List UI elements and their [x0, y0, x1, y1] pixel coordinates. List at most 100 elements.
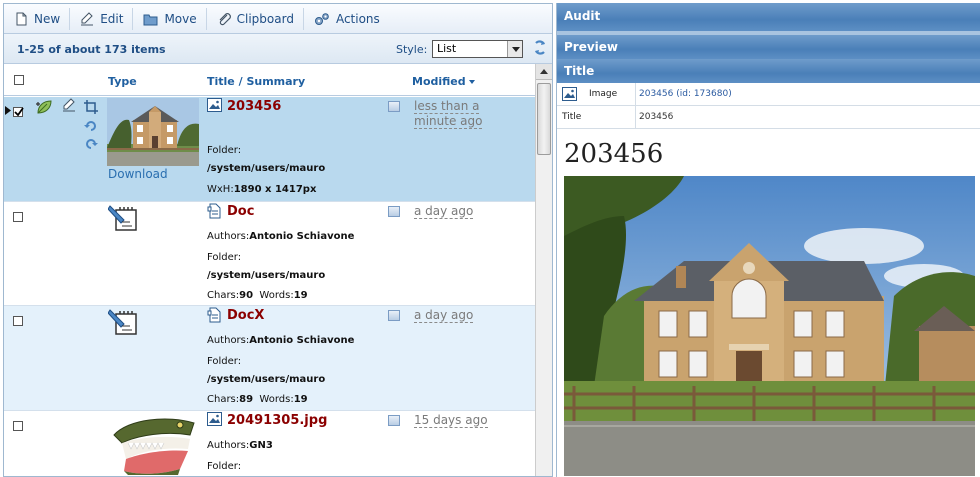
- download-link[interactable]: Download: [108, 167, 168, 181]
- item-title[interactable]: Doc: [227, 204, 254, 219]
- folder-path: /system/users/mauro: [207, 163, 326, 174]
- folder-path: /system/users/mauro: [207, 270, 326, 281]
- document-edit-icon: [108, 205, 137, 231]
- char-word-count: Chars:90 Words:19: [207, 290, 308, 301]
- image-property-link[interactable]: 203456 (id: 173680): [639, 89, 732, 99]
- words-value: 19: [293, 290, 308, 301]
- move-button[interactable]: Move: [139, 7, 207, 30]
- modified-time-value: a day ago: [414, 308, 474, 323]
- select-all-checkbox[interactable]: [14, 75, 24, 85]
- new-button[interactable]: New: [10, 7, 71, 30]
- folder-label: Folder:: [207, 145, 242, 156]
- modified-time: less than a minute ago: [414, 99, 483, 129]
- modified-time-value: a day ago: [414, 204, 474, 219]
- crocodile-thumbnail[interactable]: [108, 413, 198, 477]
- row-checkbox[interactable]: [13, 107, 24, 117]
- toolbar: New Edit Move Clipboard Actions: [4, 4, 552, 34]
- authors-label: Authors:: [207, 231, 250, 242]
- modified-history-icon[interactable]: [388, 310, 400, 321]
- document-icon: [207, 203, 221, 219]
- document-icon: [207, 307, 221, 323]
- current-row-pointer-icon: [5, 106, 11, 115]
- style-label: Style:: [396, 43, 428, 56]
- modified-history-icon[interactable]: [388, 206, 400, 217]
- item-title[interactable]: DocX: [227, 308, 264, 323]
- words-value: 19: [293, 394, 308, 405]
- scroll-thumb[interactable]: [537, 83, 551, 155]
- edit-pencil-icon[interactable]: [62, 98, 76, 112]
- column-header-modified[interactable]: Modified: [412, 75, 475, 88]
- authors-label: Authors:: [207, 440, 250, 451]
- char-word-count: Chars:89 Words:19: [207, 394, 308, 405]
- audit-section-header[interactable]: Audit: [557, 3, 980, 31]
- preview-section-header[interactable]: Preview: [557, 35, 980, 59]
- image-file-icon: [207, 98, 222, 112]
- style-select-value: List: [437, 42, 457, 55]
- dimensions-value: 1890 x 1417px: [233, 184, 317, 195]
- authors-value: Antonio Schiavone: [249, 231, 355, 242]
- checkmark-icon: [14, 107, 24, 117]
- authors: Authors:Antonio Schiavone: [207, 231, 354, 242]
- document-edit-icon: [108, 309, 137, 335]
- actions-button[interactable]: Actions: [310, 8, 389, 30]
- modified-time-value: 15 days ago: [414, 413, 488, 428]
- modified-time-line2: minute ago: [414, 114, 483, 129]
- style-select[interactable]: List: [432, 40, 523, 58]
- column-header-type[interactable]: Type: [108, 75, 137, 88]
- words-label: Words:: [259, 290, 294, 301]
- image-property-row: Image 203456 (id: 173680): [557, 83, 980, 106]
- folder-label: Folder:: [207, 252, 242, 263]
- row-checkbox[interactable]: [13, 421, 23, 431]
- list-scrollbar[interactable]: [535, 64, 552, 476]
- row-checkbox[interactable]: [13, 316, 23, 326]
- favorite-leaf-icon[interactable]: [35, 99, 53, 115]
- chars-value: 89: [239, 394, 254, 405]
- chevron-down-icon[interactable]: [507, 41, 522, 57]
- authors: Authors:GN3: [207, 440, 273, 451]
- row-checkbox[interactable]: [13, 212, 23, 222]
- refresh-icon[interactable]: [532, 39, 548, 57]
- folder-path: /system/users/mauro: [207, 374, 326, 385]
- modified-history-icon[interactable]: [388, 101, 400, 112]
- dimensions: WxH:1890 x 1417px: [207, 184, 316, 195]
- new-document-icon: [16, 12, 27, 25]
- modified-time: a day ago: [414, 308, 474, 323]
- rotate-right-icon[interactable]: [84, 119, 98, 133]
- table-row[interactable]: DocX Authors:Antonio Schiavone Folder: /…: [4, 306, 535, 411]
- gears-icon: [314, 12, 329, 25]
- column-header-modified-label: Modified: [412, 75, 466, 88]
- list-header-bar: 1-25 of about 173 items Style: List: [4, 34, 552, 64]
- title-section-header[interactable]: Title: [557, 59, 980, 83]
- dimensions-label: WxH:: [207, 184, 234, 195]
- item-rows: Download 203456 Folder: /system/users/ma…: [4, 97, 535, 477]
- house-preview-image: [564, 176, 975, 476]
- item-title[interactable]: 20491305.jpg: [227, 413, 327, 428]
- image-file-icon: [207, 412, 222, 426]
- authors-label: Authors:: [207, 335, 250, 346]
- clipboard-button[interactable]: Clipboard: [213, 7, 304, 30]
- rotate-left-icon[interactable]: [84, 137, 98, 151]
- table-row[interactable]: Doc Authors:Antonio Schiavone Folder: /s…: [4, 202, 535, 306]
- modified-history-icon[interactable]: [388, 415, 400, 426]
- scroll-up-button[interactable]: [536, 64, 552, 80]
- table-row[interactable]: 20491305.jpg Authors:GN3 Folder: 15 days…: [4, 411, 535, 477]
- edit-pencil-icon: [81, 11, 94, 25]
- sort-desc-icon: [468, 80, 475, 84]
- edit-button[interactable]: Edit: [76, 7, 134, 30]
- new-button-label: New: [34, 11, 61, 26]
- folder-label: Folder:: [207, 356, 242, 367]
- table-row[interactable]: Download 203456 Folder: /system/users/ma…: [4, 97, 535, 202]
- modified-time-line1: less than a: [414, 99, 480, 114]
- authors: Authors:Antonio Schiavone: [207, 335, 354, 346]
- authors-value: Antonio Schiavone: [249, 335, 355, 346]
- title-property-label: Title: [557, 106, 636, 128]
- crop-icon[interactable]: [84, 100, 98, 114]
- column-header-title[interactable]: Title / Summary: [207, 75, 305, 88]
- item-title[interactable]: 203456: [227, 99, 281, 114]
- title-property-row: Title 203456: [557, 106, 980, 129]
- house-thumbnail[interactable]: [107, 98, 199, 166]
- item-list-panel: New Edit Move Clipboard Actions 1-25 of …: [3, 3, 553, 477]
- modified-time: a day ago: [414, 204, 474, 219]
- title-property-value: 203456: [639, 112, 674, 122]
- image-file-icon: [562, 87, 577, 101]
